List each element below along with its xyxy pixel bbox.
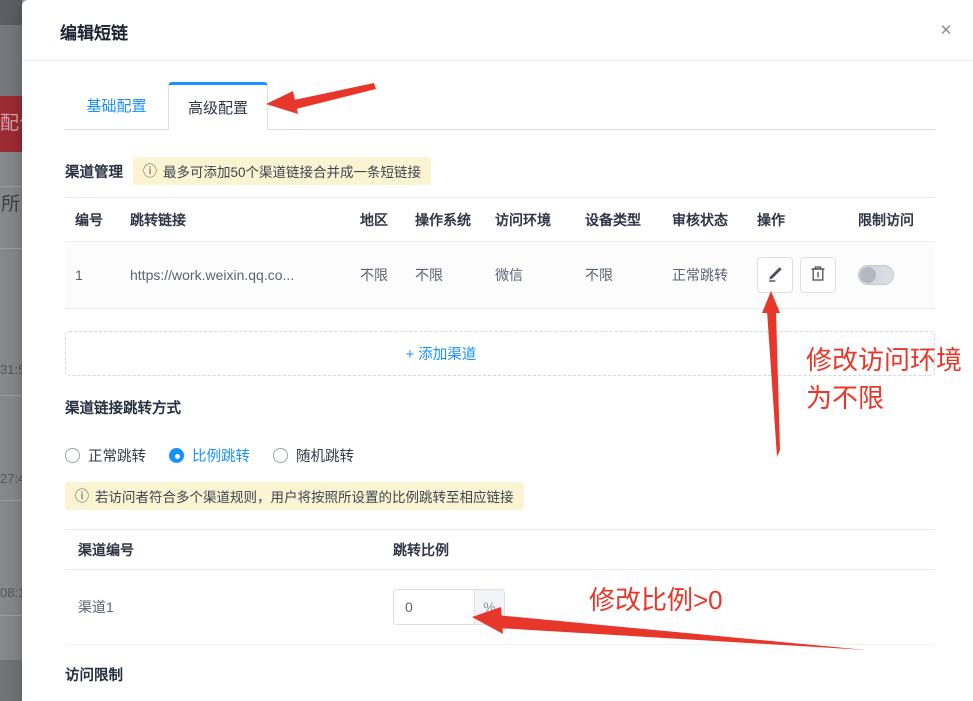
col-number: 编号 <box>65 210 120 230</box>
add-channel-label: + 添加渠道 <box>406 343 477 364</box>
radio-icon <box>273 448 288 463</box>
col-status: 审核状态 <box>662 210 747 230</box>
ratio-table: 渠道编号 跳转比例 渠道1 % <box>65 529 935 645</box>
close-icon[interactable]: ✕ <box>935 20 957 42</box>
col-jump-ratio: 跳转比例 <box>380 540 935 560</box>
trash-icon <box>810 265 826 285</box>
background-footer-area <box>0 660 22 701</box>
background-timestamp: 27:4 <box>0 471 22 486</box>
channel-table-header: 编号 跳转链接 地区 操作系统 访问环境 设备类型 审核状态 操作 限制访问 <box>65 198 935 242</box>
cell-restrict-access <box>848 265 935 285</box>
percent-addon: % <box>474 590 504 624</box>
radio-ratio-jump[interactable]: 比例跳转 <box>169 445 250 466</box>
radio-icon <box>65 448 80 463</box>
col-device: 设备类型 <box>575 210 662 230</box>
radio-label: 随机跳转 <box>296 445 354 466</box>
background-page: 配合 所 31:5 27:4 08:1 <box>0 0 22 701</box>
jump-method-title: 渠道链接跳转方式 <box>65 397 935 418</box>
divider <box>0 615 22 616</box>
radio-icon <box>169 448 184 463</box>
tab-bar: 基础配置 高级配置 <box>65 82 935 130</box>
delete-channel-button[interactable] <box>800 257 836 293</box>
channel-info-text: 最多可添加50个渠道链接合并成一条短链接 <box>163 161 421 181</box>
modal-body: 基础配置 高级配置 渠道管理 ⓘ 最多可添加50个渠道链接合并成一条短链接 编号… <box>22 82 973 685</box>
cell-env: 微信 <box>485 265 575 285</box>
cell-number: 1 <box>65 267 120 283</box>
channel-info-badge: ⓘ 最多可添加50个渠道链接合并成一条短链接 <box>133 157 431 185</box>
ratio-input-group: % <box>393 589 505 625</box>
pencil-icon <box>767 266 783 285</box>
radio-normal-jump[interactable]: 正常跳转 <box>65 445 146 466</box>
add-channel-button[interactable]: + 添加渠道 <box>65 331 935 376</box>
background-topbar <box>0 0 22 25</box>
col-url: 跳转链接 <box>120 210 350 230</box>
ratio-input[interactable] <box>394 590 474 624</box>
radio-label: 比例跳转 <box>192 445 250 466</box>
col-operation: 操作 <box>747 210 848 230</box>
cell-device: 不限 <box>575 265 662 285</box>
ratio-table-row: 渠道1 % <box>65 570 935 645</box>
background-header-area <box>0 25 22 96</box>
channel-table-row: 1 https://work.weixin.qq.co... 不限 不限 微信 … <box>65 242 935 309</box>
channel-table: 编号 跳转链接 地区 操作系统 访问环境 设备类型 审核状态 操作 限制访问 1… <box>65 197 935 309</box>
ratio-table-header: 渠道编号 跳转比例 <box>65 530 935 570</box>
cell-status: 正常跳转 <box>662 265 747 285</box>
jump-method-options: 正常跳转 比例跳转 随机跳转 <box>65 445 935 465</box>
background-row-label: 所 <box>1 189 20 216</box>
divider <box>0 500 22 501</box>
col-os: 操作系统 <box>405 210 485 230</box>
restrict-access-toggle[interactable] <box>858 265 894 285</box>
cell-ratio: % <box>380 589 935 625</box>
cell-region: 不限 <box>350 265 405 285</box>
edit-shortlink-modal: 编辑短链 ✕ 基础配置 高级配置 渠道管理 ⓘ 最多可添加50个渠道链接合并成一… <box>22 0 973 701</box>
radio-label: 正常跳转 <box>88 445 146 466</box>
col-channel-number: 渠道编号 <box>65 540 380 560</box>
background-red-banner: 配合 <box>0 96 22 152</box>
divider <box>0 248 22 249</box>
radio-random-jump[interactable]: 随机跳转 <box>273 445 354 466</box>
cell-operations <box>747 257 848 293</box>
divider <box>0 395 22 396</box>
col-region: 地区 <box>350 210 405 230</box>
tab-advanced-config[interactable]: 高级配置 <box>168 82 268 130</box>
divider <box>0 186 22 187</box>
toggle-knob <box>860 267 876 283</box>
background-timestamp: 31:5 <box>0 362 22 377</box>
info-icon: ⓘ <box>143 161 157 181</box>
modal-header: 编辑短链 ✕ <box>22 0 973 61</box>
edit-channel-button[interactable] <box>757 257 793 293</box>
channel-management-header: 渠道管理 ⓘ 最多可添加50个渠道链接合并成一条短链接 <box>65 157 935 185</box>
cell-os: 不限 <box>405 265 485 285</box>
cell-url: https://work.weixin.qq.co... <box>120 267 350 283</box>
channel-management-title: 渠道管理 <box>65 161 123 182</box>
background-red-banner-label: 配合 <box>0 113 22 134</box>
cell-channel-name: 渠道1 <box>65 597 380 617</box>
tab-basic-config[interactable]: 基础配置 <box>65 82 168 129</box>
ratio-info-badge: ⓘ 若访问者符合多个渠道规则，用户将按照所设置的比例跳转至相应链接 <box>65 482 524 510</box>
access-restriction-title: 访问限制 <box>65 664 935 685</box>
col-restrict: 限制访问 <box>848 210 935 230</box>
col-env: 访问环境 <box>485 210 575 230</box>
info-icon: ⓘ <box>75 486 89 506</box>
ratio-info-text: 若访问者符合多个渠道规则，用户将按照所设置的比例跳转至相应链接 <box>95 486 514 506</box>
modal-title: 编辑短链 <box>22 0 973 44</box>
background-timestamp: 08:1 <box>0 585 22 600</box>
